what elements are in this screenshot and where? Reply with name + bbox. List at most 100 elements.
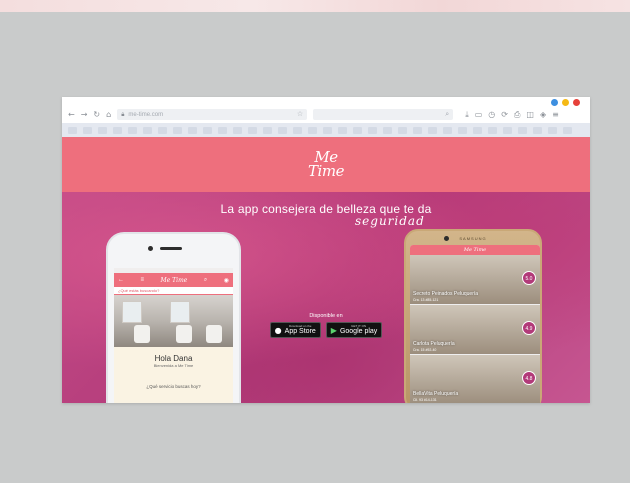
mirror-shape bbox=[170, 301, 190, 323]
app-logo: Me Time bbox=[160, 276, 188, 284]
browser-toolbar: ← → ↻ ⌂ 🔒︎ me-time.com ☆ ⌕ ⤓ ▭ ◷ ⟳ ⎙ ◫ ◈… bbox=[62, 106, 590, 123]
google-play-button[interactable]: ▶ GET IT ON Google play bbox=[325, 322, 383, 338]
logo-line-2: Time bbox=[308, 161, 344, 180]
bookmark-item[interactable] bbox=[173, 126, 182, 134]
bookmark-item[interactable] bbox=[278, 126, 287, 134]
badge-row: ● Download on the App Store ▶ GET IT ON … bbox=[265, 322, 387, 338]
back-icon[interactable]: ← bbox=[68, 110, 75, 119]
bookmark-item[interactable] bbox=[83, 126, 92, 134]
speaker-icon bbox=[160, 247, 182, 250]
tagline-accent: seguridad bbox=[355, 214, 425, 228]
minimize-dot[interactable] bbox=[551, 99, 558, 106]
rating-badge: 4.8 bbox=[522, 371, 536, 385]
top-banner bbox=[0, 0, 630, 12]
extension-icon[interactable]: ◫ bbox=[526, 110, 534, 119]
share-icon[interactable]: ⎙ bbox=[514, 110, 520, 119]
close-dot[interactable] bbox=[573, 99, 580, 106]
bookmark-item[interactable] bbox=[473, 126, 482, 134]
samsung-screen: Me Time 5.0 Secreto Peinados Peluquería … bbox=[410, 245, 540, 403]
tab-strip bbox=[62, 97, 590, 106]
salon-list-item[interactable]: 4.9 Carlota Peluquería Cra. 15 #92-40 bbox=[410, 305, 540, 355]
iphone-mockup: ← ≡ Me Time ⌕ ◉ ¿Qué estás buscando? Hol… bbox=[106, 232, 241, 403]
address-bar[interactable]: 🔒︎ me-time.com ☆ bbox=[117, 109, 308, 120]
bookmark-item[interactable] bbox=[563, 126, 572, 134]
site-logo[interactable]: Me Time bbox=[308, 150, 344, 180]
website-content: Me Time La app consejera de belleza que … bbox=[62, 137, 590, 403]
bookmark-item[interactable] bbox=[503, 126, 512, 134]
salon-address: Cra. 15 #92-40 bbox=[413, 348, 437, 352]
reload-icon[interactable]: ↻ bbox=[93, 110, 100, 119]
back-arrow-icon[interactable]: ← bbox=[118, 277, 124, 283]
bookmark-item[interactable] bbox=[533, 126, 542, 134]
browser-window: ← → ↻ ⌂ 🔒︎ me-time.com ☆ ⌕ ⤓ ▭ ◷ ⟳ ⎙ ◫ ◈… bbox=[62, 97, 590, 403]
bookmark-item[interactable] bbox=[263, 126, 272, 134]
app-search-input[interactable]: ¿Qué estás buscando? bbox=[114, 287, 233, 295]
googleplay-big-text: Google play bbox=[339, 328, 378, 335]
bookmark-item[interactable] bbox=[353, 126, 362, 134]
search-field[interactable]: ⌕ bbox=[313, 109, 454, 120]
star-icon[interactable]: ☆ bbox=[297, 110, 303, 118]
service-question: ¿Qué servicio buscas hoy? bbox=[146, 384, 201, 389]
bookmarks-bar bbox=[62, 123, 590, 137]
salon-name: Secreto Peinados Peluquería bbox=[413, 291, 479, 297]
bookmark-item[interactable] bbox=[218, 126, 227, 134]
bookmark-item[interactable] bbox=[68, 126, 77, 134]
available-label: Disponible en bbox=[309, 313, 343, 319]
bookmark-item[interactable] bbox=[98, 126, 107, 134]
bookmark-item[interactable] bbox=[188, 126, 197, 134]
site-header: Me Time bbox=[62, 137, 590, 192]
bookmark-icon[interactable]: ▭ bbox=[475, 110, 483, 119]
search-icon[interactable]: ⌕ bbox=[204, 277, 207, 284]
bookmark-item[interactable] bbox=[158, 126, 167, 134]
app-bar: ← ≡ Me Time ⌕ ◉ bbox=[114, 273, 233, 287]
bookmark-item[interactable] bbox=[368, 126, 377, 134]
bookmark-item[interactable] bbox=[443, 126, 452, 134]
forward-icon[interactable]: → bbox=[81, 110, 88, 119]
salon-address: Cra. 13 #85-121 bbox=[413, 298, 439, 302]
bookmark-item[interactable] bbox=[458, 126, 467, 134]
sync-icon[interactable]: ⟳ bbox=[501, 110, 508, 119]
welcome-subtitle: Bienvenida a Me Time bbox=[153, 363, 194, 368]
bookmark-item[interactable] bbox=[113, 126, 122, 134]
phone-top-bezel bbox=[108, 234, 239, 266]
bookmark-item[interactable] bbox=[128, 126, 137, 134]
iphone-screen: ← ≡ Me Time ⌕ ◉ ¿Qué estás buscando? Hol… bbox=[114, 268, 233, 403]
bookmark-item[interactable] bbox=[413, 126, 422, 134]
bookmark-item[interactable] bbox=[338, 126, 347, 134]
menu-icon[interactable]: ≡ bbox=[141, 277, 145, 283]
play-icon: ▶ bbox=[330, 325, 337, 335]
bookmark-item[interactable] bbox=[248, 126, 257, 134]
salon-address: Cll. 93 #14-131 bbox=[413, 398, 437, 402]
bookmark-item[interactable] bbox=[323, 126, 332, 134]
download-icon[interactable]: ⤓ bbox=[465, 110, 469, 119]
rating-badge: 4.9 bbox=[522, 321, 536, 335]
salon-list-item[interactable]: 4.8 BellaVita Peluquería Cll. 93 #14-131 bbox=[410, 355, 540, 403]
bookmark-item[interactable] bbox=[308, 126, 317, 134]
bookmark-item[interactable] bbox=[143, 126, 152, 134]
history-icon[interactable]: ◷ bbox=[488, 110, 495, 119]
app-store-button[interactable]: ● Download on the App Store bbox=[269, 322, 321, 338]
salon-photo bbox=[114, 295, 233, 347]
bookmark-item[interactable] bbox=[518, 126, 527, 134]
samsung-mockup: SAMSUNG Me Time 5.0 Secreto Peinados Pel… bbox=[404, 229, 542, 403]
bookmark-item[interactable] bbox=[548, 126, 557, 134]
salon-list-item[interactable]: 5.0 Secreto Peinados Peluquería Cra. 13 … bbox=[410, 255, 540, 305]
bookmark-item[interactable] bbox=[428, 126, 437, 134]
bookmark-item[interactable] bbox=[488, 126, 497, 134]
menu-icon[interactable]: ≡ bbox=[552, 110, 559, 119]
chair-shape bbox=[206, 325, 222, 343]
window-controls bbox=[551, 99, 580, 106]
bookmark-item[interactable] bbox=[398, 126, 407, 134]
location-icon[interactable]: ◉ bbox=[224, 277, 229, 284]
home-icon[interactable]: ⌂ bbox=[106, 110, 111, 119]
bookmark-item[interactable] bbox=[203, 126, 212, 134]
maximize-dot[interactable] bbox=[562, 99, 569, 106]
salon-name: Carlota Peluquería bbox=[413, 341, 455, 347]
greeting: Hola Dana bbox=[154, 354, 193, 363]
bookmark-item[interactable] bbox=[233, 126, 242, 134]
shield-icon[interactable]: ◈ bbox=[540, 110, 546, 119]
bookmark-item[interactable] bbox=[293, 126, 302, 134]
chair-shape bbox=[134, 325, 150, 343]
bookmark-item[interactable] bbox=[383, 126, 392, 134]
app-bar: Me Time bbox=[410, 245, 540, 255]
